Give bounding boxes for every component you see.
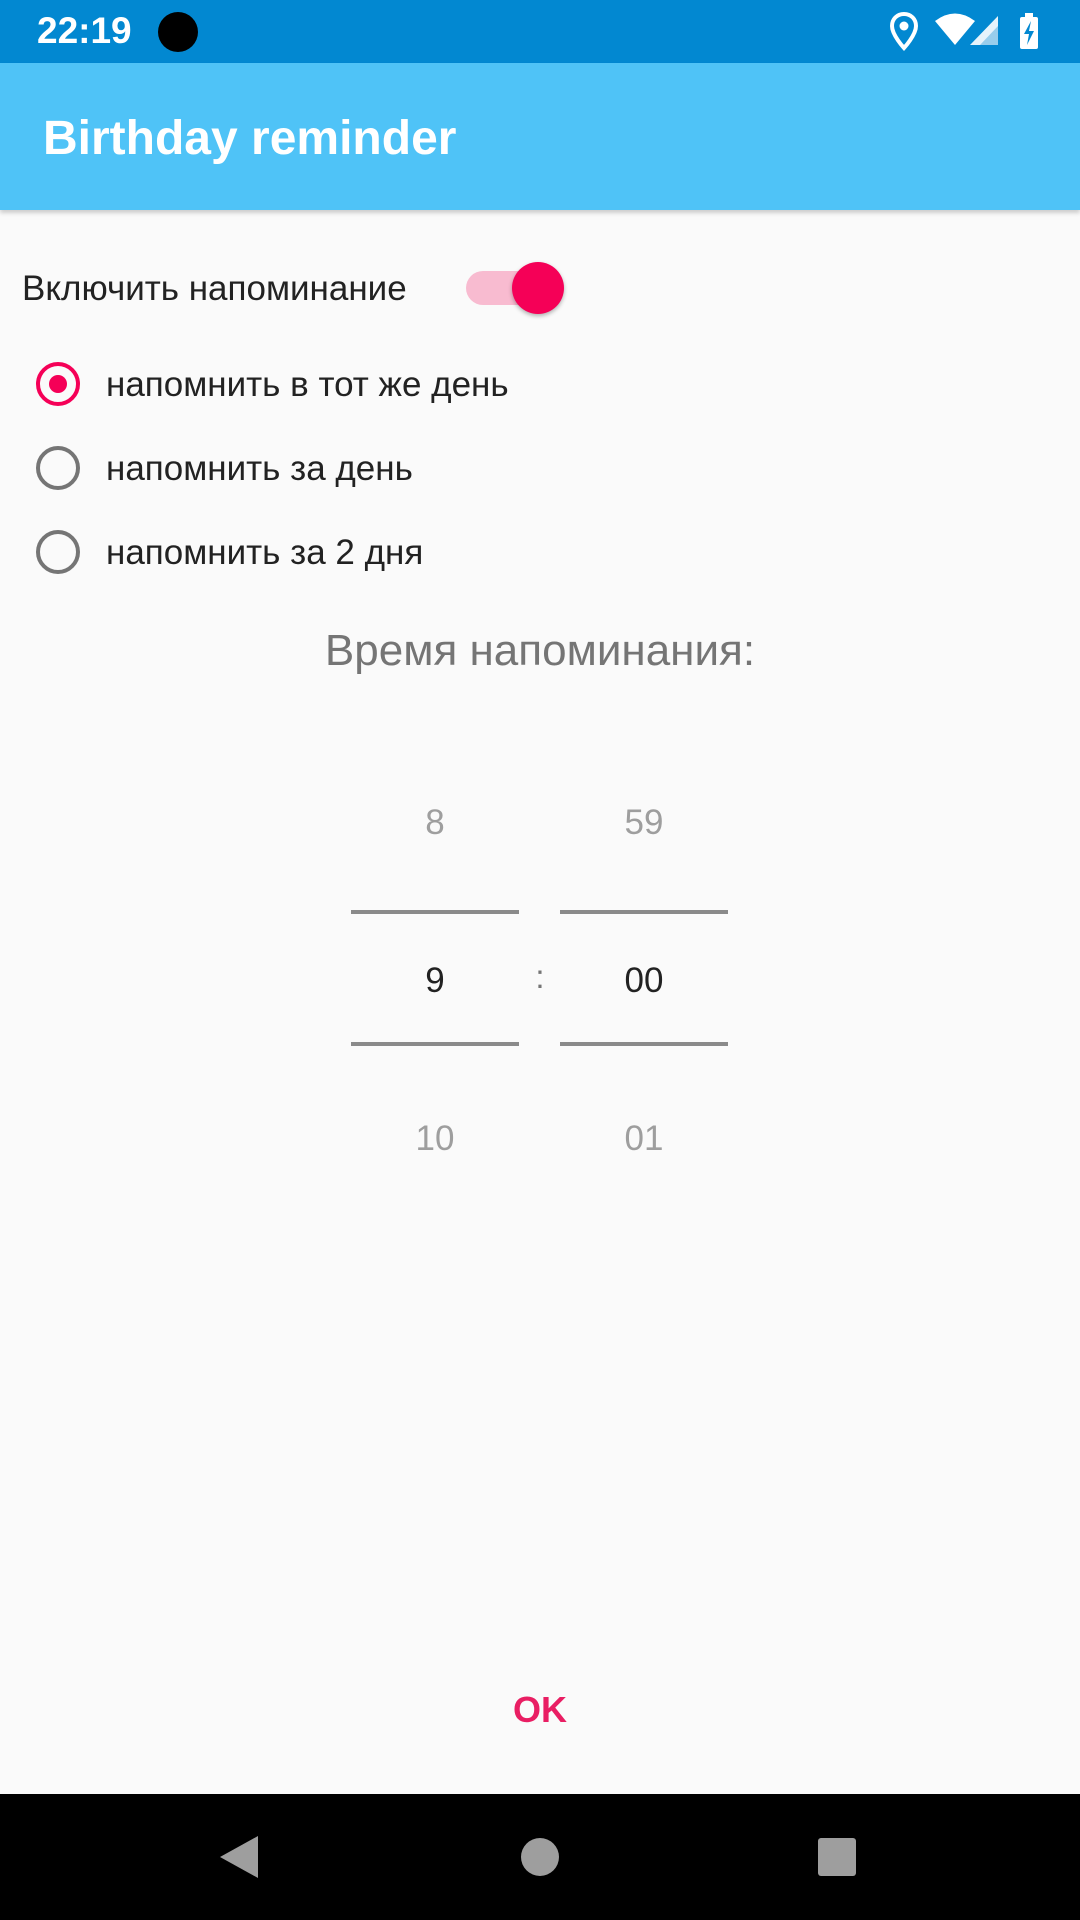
battery-charging-icon bbox=[1020, 13, 1038, 49]
reminder-toggle-label: Включить напоминание bbox=[22, 269, 407, 308]
hour-divider-bottom bbox=[351, 1042, 519, 1046]
switch-thumb bbox=[512, 262, 564, 314]
hour-next[interactable]: 10 bbox=[351, 1118, 519, 1160]
time-separator: : bbox=[535, 958, 545, 995]
navigation-bar bbox=[0, 1794, 1080, 1920]
minute-prev[interactable]: 59 bbox=[560, 802, 728, 844]
radio-label: напомнить в тот же день bbox=[106, 365, 509, 404]
app-title: Birthday reminder bbox=[43, 112, 457, 165]
back-icon[interactable] bbox=[190, 1794, 290, 1920]
hour-divider-top bbox=[351, 910, 519, 914]
home-icon[interactable] bbox=[490, 1794, 590, 1920]
minute-current[interactable]: 00 bbox=[560, 960, 728, 1002]
reminder-switch[interactable] bbox=[466, 262, 564, 314]
radio-button[interactable] bbox=[36, 446, 80, 490]
radio-label: напомнить за день bbox=[106, 449, 413, 488]
radio-same-day[interactable]: напомнить в тот же день bbox=[36, 360, 736, 416]
recents-icon[interactable] bbox=[788, 1794, 888, 1920]
signal-icon bbox=[970, 16, 998, 45]
hour-prev[interactable]: 8 bbox=[351, 802, 519, 844]
status-bar: 22:19 bbox=[0, 0, 1080, 63]
radio-label: напомнить за 2 дня bbox=[106, 533, 424, 572]
app-bar: Birthday reminder bbox=[0, 63, 1080, 210]
ok-button[interactable]: OK bbox=[470, 1680, 610, 1740]
location-icon bbox=[890, 12, 918, 51]
status-icons bbox=[890, 12, 1050, 52]
radio-one-day-before[interactable]: напомнить за день bbox=[36, 444, 736, 500]
minute-divider-bottom bbox=[560, 1042, 728, 1046]
radio-two-days-before[interactable]: напомнить за 2 дня bbox=[36, 528, 736, 584]
minute-next[interactable]: 01 bbox=[560, 1118, 728, 1160]
radio-button[interactable] bbox=[36, 530, 80, 574]
radio-button-checked[interactable] bbox=[36, 362, 80, 406]
minute-divider-top bbox=[560, 910, 728, 914]
camera-cutout bbox=[158, 12, 198, 52]
reminder-time-title: Время напоминания: bbox=[324, 626, 756, 675]
status-time: 22:19 bbox=[37, 10, 132, 51]
hour-current[interactable]: 9 bbox=[351, 960, 519, 1002]
